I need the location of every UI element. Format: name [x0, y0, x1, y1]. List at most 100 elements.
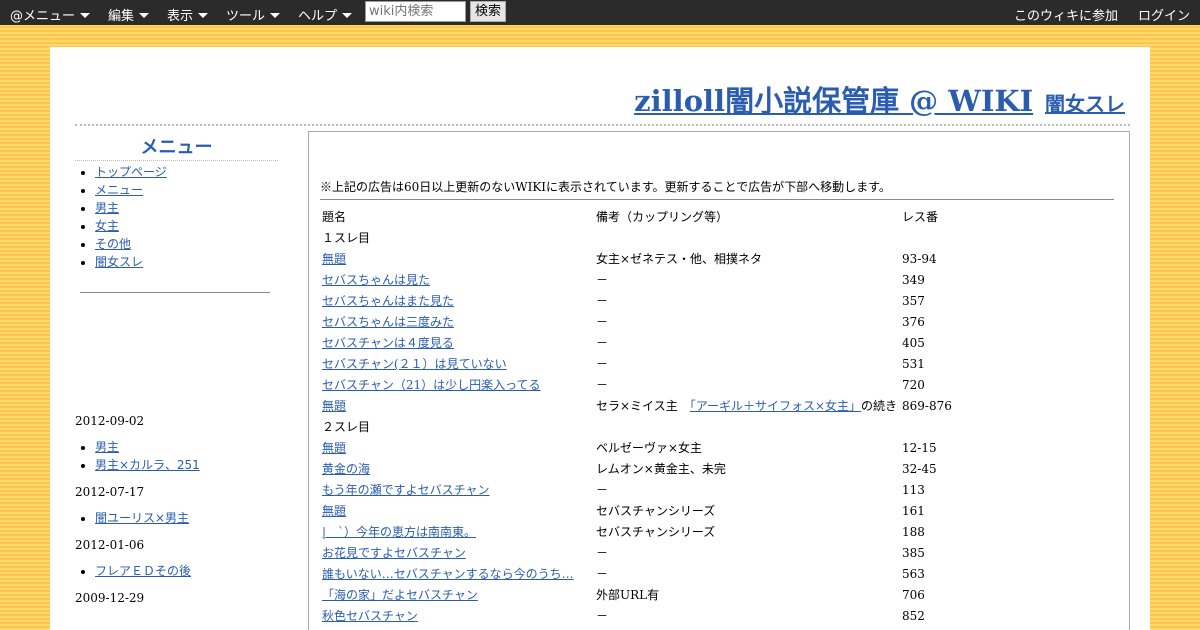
story-title-link[interactable]: | `）今年の恵方は南南東。	[322, 525, 476, 539]
story-title-link[interactable]: お花見ですよセバスチャン	[322, 546, 466, 560]
sidebar-item-female-lead[interactable]: 女主	[95, 219, 119, 233]
section-row: １スレ目	[320, 227, 960, 248]
table-row: 無題 セバスチャンシリーズ 161	[320, 500, 960, 521]
page-content: zilloll闇小説保管庫 @ WIKI 闇女スレ メニュー トップページ メニ…	[50, 47, 1150, 630]
title-cell: セバスちゃんは見た	[320, 269, 594, 290]
chevron-down-icon	[270, 13, 281, 18]
title-cell: お花見ですよセバスチャン	[320, 542, 594, 563]
login-link[interactable]: ログイン	[1138, 5, 1190, 24]
menu-label: 表示	[167, 9, 194, 24]
update-link[interactable]: フレアＥＤその後	[95, 564, 191, 578]
story-rows: １スレ目 無題 女主×ゼネテス・他、相撲ネタ 93-94 セバスちゃんは見た－ 349 セバ…	[320, 227, 960, 626]
menu-view[interactable]: 表示	[167, 5, 209, 24]
note-cell: －	[594, 479, 900, 500]
story-title-link[interactable]: 黄金の海	[322, 462, 370, 476]
res-number-cell: 376	[902, 314, 925, 329]
column-header-title: 題名	[322, 210, 347, 224]
story-title-link[interactable]: 「海の家」だよセバスチャン	[322, 588, 478, 602]
res-number-cell: 385	[902, 545, 925, 560]
note-cell: レムオン×黄金主、未完	[594, 458, 900, 479]
res-number-cell: 93-94	[902, 251, 937, 266]
sidebar-item-dark-female-thread[interactable]: 闇女スレ	[95, 255, 143, 269]
sidebar-item: メニュー	[95, 181, 278, 199]
sidebar-item-male-lead[interactable]: 男主	[95, 201, 119, 215]
ad-notice: ※上記の広告は60日以上更新のないWIKIに表示されています。更新することで広告…	[320, 180, 891, 194]
sidebar-list: トップページ メニュー 男主 女主 その他 闇女スレ	[75, 163, 278, 271]
story-title-link[interactable]: セバスちゃんは見た	[322, 273, 430, 287]
title-cell: | `）今年の恵方は南南東。	[320, 521, 594, 542]
note-cell: －	[594, 290, 900, 311]
note-text: －	[596, 294, 609, 308]
res-number-cell: 32-45	[902, 461, 937, 476]
table-row: 無題 ベルゼーヴァ×女主 12-15	[320, 437, 960, 458]
story-title-link[interactable]: 無題	[322, 441, 346, 455]
search-input[interactable]	[365, 1, 466, 22]
chevron-down-icon	[139, 13, 150, 18]
table-row: 無題 セラ×ミイス主 「アーギル＋サイフォス×女主」の続き 869-876	[320, 395, 960, 416]
table-row: セバスちゃんは見た － 349	[320, 269, 960, 290]
chevron-down-icon	[342, 13, 353, 18]
section-label: ２スレ目	[322, 420, 371, 434]
section-row: ２スレ目	[320, 416, 960, 437]
table-row: | `）今年の恵方は南南東。 セバスチャンシリーズ 188	[320, 521, 960, 542]
note-text: －	[596, 315, 609, 329]
site-title-link[interactable]: zilloll闇小説保管庫 @ WIKI	[634, 84, 1033, 118]
join-wiki-link[interactable]: このウィキに参加	[1014, 5, 1118, 24]
content-divider	[320, 199, 1114, 200]
menu-tools[interactable]: ツール	[226, 5, 281, 24]
menu-edit[interactable]: 編集	[108, 5, 150, 24]
sidebar-item-menu[interactable]: メニュー	[95, 183, 143, 197]
note-text: 女主×ゼネテス・他、相撲ネタ	[596, 252, 763, 266]
note-text: －	[596, 378, 609, 392]
sidebar-item-other[interactable]: その他	[95, 237, 131, 251]
story-title-link[interactable]: セバスチャンは４度見る	[322, 336, 454, 350]
story-title-link[interactable]: 秋色セバスチャン	[322, 609, 418, 623]
res-number-cell: 852	[902, 608, 925, 623]
title-cell: 無題	[320, 395, 594, 416]
note-cell: ベルゼーヴァ×女主	[594, 437, 900, 458]
update-link[interactable]: 闇ユーリス×男主	[95, 511, 189, 525]
sidebar-item-top-page[interactable]: トップページ	[95, 165, 167, 179]
page-name-link[interactable]: 闇女スレ	[1045, 92, 1125, 116]
sidebar-item: 女主	[95, 217, 278, 235]
table-row: 無題 女主×ゼネテス・他、相撲ネタ 93-94	[320, 248, 960, 269]
column-header-res: レス番	[902, 210, 939, 224]
list-item: フレアＥＤその後	[95, 562, 278, 580]
story-title-link[interactable]: セバスちゃんはまた見た	[322, 294, 454, 308]
story-title-link[interactable]: セバスチャン（21）は少し円楽入ってる	[322, 378, 541, 392]
menu-heading-link[interactable]: メニュー	[141, 137, 213, 158]
story-title-link[interactable]: もう年の瀬ですよセバスチャン	[322, 483, 490, 497]
menu-help[interactable]: ヘルプ	[298, 5, 353, 24]
update-link[interactable]: 男主	[95, 440, 119, 454]
note-text: －	[596, 546, 609, 560]
list-item: 男主	[95, 438, 278, 456]
story-title-link[interactable]: 誰もいない…セバスチャンするなら今のうち…	[322, 567, 574, 581]
story-title-link[interactable]: 無題	[322, 504, 346, 518]
table-row: 秋色セバスチャン － 852	[320, 605, 960, 626]
title-cell: セバスチャン(２１）は見ていない	[320, 353, 594, 374]
note-text: ベルゼーヴァ×女主	[596, 441, 703, 455]
list-item: 闇ユーリス×男主	[95, 509, 278, 527]
story-title-link[interactable]: 無題	[322, 399, 346, 413]
note-text: －	[596, 273, 609, 287]
story-title-link[interactable]: 無題	[322, 252, 346, 266]
update-link[interactable]: 男主×カルラ、251	[95, 458, 200, 472]
note-cell: 外部URL有	[594, 584, 900, 605]
story-title-link[interactable]: セバスちゃんは三度みた	[322, 315, 454, 329]
sidebar-item: トップページ	[95, 163, 278, 181]
search-button[interactable]: 検索	[470, 1, 506, 22]
note-text: －	[596, 483, 609, 497]
res-number-cell: 563	[902, 566, 925, 581]
chevron-down-icon	[198, 13, 209, 18]
table-header-row: 題名 備考（カップリング等） レス番	[320, 206, 960, 227]
table-row: セバスチャン(２１）は見ていない － 531	[320, 353, 960, 374]
menu-atmenu[interactable]: @メニュー	[10, 5, 91, 24]
site-header: zilloll闇小説保管庫 @ WIKI 闇女スレ	[634, 78, 1125, 120]
menu-label: 編集	[108, 9, 135, 24]
res-number-cell: 12-15	[902, 440, 937, 455]
sidebar-item: その他	[95, 235, 278, 253]
note-text: 外部URL有	[596, 588, 660, 602]
note-link[interactable]: 「アーギル＋サイフォス×女主」	[690, 399, 861, 413]
story-title-link[interactable]: セバスチャン(２１）は見ていない	[322, 357, 507, 371]
title-cell: 無題	[320, 500, 594, 521]
